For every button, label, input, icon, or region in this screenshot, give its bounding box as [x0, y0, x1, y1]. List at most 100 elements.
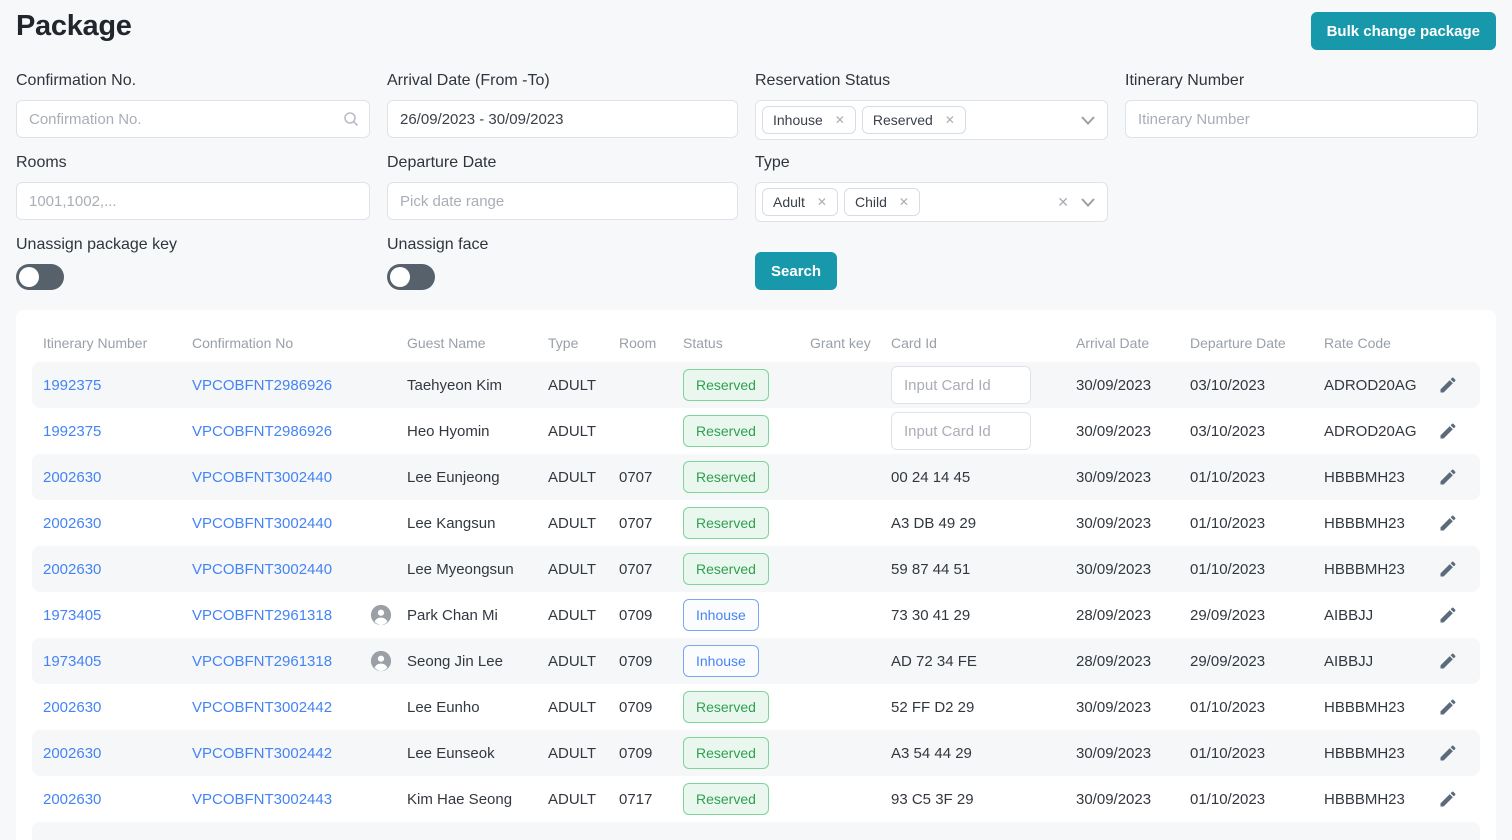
- departure-date: 03/10/2023: [1190, 376, 1266, 394]
- rooms-input[interactable]: [29, 192, 357, 210]
- itinerary-link[interactable]: 2002630: [43, 561, 101, 578]
- card-id-input[interactable]: [891, 366, 1031, 404]
- itinerary-link[interactable]: 2002630: [43, 699, 101, 716]
- rate-code: AIBBJJ: [1324, 606, 1374, 624]
- itinerary-link[interactable]: 2002630: [43, 469, 101, 486]
- guest-type: ADULT: [548, 606, 597, 624]
- arrival-date: 30/09/2023: [1076, 514, 1152, 532]
- rate-code: AIBBJJ: [1324, 652, 1374, 670]
- confirmation-link[interactable]: VPCOBFNT2986926: [192, 423, 332, 440]
- guest-type: ADULT: [548, 652, 597, 670]
- edit-icon[interactable]: [1438, 743, 1458, 763]
- edit-icon[interactable]: [1438, 467, 1458, 487]
- edit-icon[interactable]: [1438, 421, 1458, 441]
- edit-icon[interactable]: [1438, 513, 1458, 533]
- remove-tag-icon[interactable]: ✕: [835, 113, 845, 127]
- chevron-down-icon[interactable]: [1081, 197, 1095, 207]
- clear-select-icon[interactable]: ✕: [1057, 195, 1069, 209]
- departure-date-input[interactable]: [400, 192, 725, 210]
- column-header-grant-key: Grant key: [810, 335, 871, 351]
- unassign-package-key-toggle[interactable]: [16, 264, 64, 290]
- guest-type: ADULT: [548, 422, 597, 440]
- table-row: 1992375 VPCOBFNT2986926 Heo Hyomin ADULT…: [32, 408, 1480, 454]
- confirmation-link[interactable]: VPCOBFNT2961318: [192, 653, 332, 670]
- itinerary-link[interactable]: 1973405: [43, 607, 101, 624]
- itinerary-link[interactable]: 1973405: [43, 653, 101, 670]
- itinerary-link[interactable]: 2002630: [43, 515, 101, 532]
- status-badge: Inhouse: [683, 599, 759, 631]
- table-row: 1973405 VPCOBFNT2961318 Seong Jin Lee AD…: [32, 638, 1480, 684]
- remove-tag-icon[interactable]: ✕: [817, 195, 827, 209]
- column-header-rate-code: Rate Code: [1324, 335, 1391, 351]
- edit-icon[interactable]: [1438, 651, 1458, 671]
- arrival-date: 28/09/2023: [1076, 652, 1152, 670]
- table-row: 2002630 VPCOBFNT3002440 Lee Myeongsun AD…: [32, 546, 1480, 592]
- confirmation-no-input[interactable]: [29, 110, 357, 128]
- remove-tag-icon[interactable]: ✕: [945, 113, 955, 127]
- itinerary-link[interactable]: 1992375: [43, 423, 101, 440]
- confirmation-link[interactable]: VPCOBFNT3002440: [192, 469, 332, 486]
- column-header-departure: Departure Date: [1190, 335, 1286, 351]
- arrival-date: 30/09/2023: [1076, 422, 1152, 440]
- unassign-face-toggle[interactable]: [387, 264, 435, 290]
- column-header-confirmation: Confirmation No: [192, 335, 294, 351]
- arrival-date: 30/09/2023: [1076, 468, 1152, 486]
- guest-name: Kim Hae Seong: [407, 790, 513, 808]
- confirmation-link[interactable]: VPCOBFNT3002443: [192, 791, 332, 808]
- confirmation-no-label: Confirmation No.: [16, 72, 137, 89]
- type-select[interactable]: Adult ✕ Child ✕ ✕: [755, 182, 1108, 222]
- guest-type: ADULT: [548, 514, 597, 532]
- itinerary-link[interactable]: 1992375: [43, 377, 101, 394]
- table-row-partial: [32, 822, 1480, 840]
- edit-icon[interactable]: [1438, 697, 1458, 717]
- confirmation-link[interactable]: VPCOBFNT3002440: [192, 561, 332, 578]
- status-badge: Inhouse: [683, 645, 759, 677]
- edit-icon[interactable]: [1438, 559, 1458, 579]
- page-title: Package: [16, 10, 132, 42]
- room-number: 0709: [619, 652, 653, 670]
- itinerary-number-label: Itinerary Number: [1125, 72, 1245, 89]
- card-id-value: 52 FF D2 29: [891, 698, 975, 716]
- reservation-status-select[interactable]: Inhouse ✕ Reserved ✕: [755, 100, 1108, 140]
- guest-name: Heo Hyomin: [407, 422, 490, 440]
- itinerary-link[interactable]: 2002630: [43, 745, 101, 762]
- status-badge: Reserved: [683, 507, 769, 539]
- status-badge: Reserved: [683, 691, 769, 723]
- table-row: 1973405 VPCOBFNT2961318 Park Chan Mi ADU…: [32, 592, 1480, 638]
- room-number: 0709: [619, 698, 653, 716]
- rate-code: HBBBMH23: [1324, 698, 1405, 716]
- chevron-down-icon[interactable]: [1081, 115, 1095, 125]
- confirmation-link[interactable]: VPCOBFNT3002440: [192, 515, 332, 532]
- confirmation-link[interactable]: VPCOBFNT2961318: [192, 607, 332, 624]
- guest-type: ADULT: [548, 468, 597, 486]
- bulk-change-package-button[interactable]: Bulk change package: [1310, 12, 1496, 50]
- rooms-label: Rooms: [16, 154, 67, 171]
- guest-type: ADULT: [548, 790, 597, 808]
- status-tag-reserved: Reserved ✕: [861, 106, 966, 134]
- arrival-date-input[interactable]: [400, 110, 725, 128]
- column-header-card-id: Card Id: [891, 335, 937, 351]
- confirmation-link[interactable]: VPCOBFNT3002442: [192, 745, 332, 762]
- column-header-itinerary: Itinerary Number: [43, 335, 148, 351]
- itinerary-number-input[interactable]: [1138, 110, 1465, 128]
- arrival-date: 30/09/2023: [1076, 560, 1152, 578]
- confirmation-link[interactable]: VPCOBFNT3002442: [192, 699, 332, 716]
- edit-icon[interactable]: [1438, 605, 1458, 625]
- card-id-input[interactable]: [891, 412, 1031, 450]
- card-id-value: AD 72 34 FE: [891, 652, 977, 670]
- edit-icon[interactable]: [1438, 375, 1458, 395]
- edit-icon[interactable]: [1438, 789, 1458, 809]
- card-id-value: 00 24 14 45: [891, 468, 971, 486]
- guest-type: ADULT: [548, 560, 597, 578]
- remove-tag-icon[interactable]: ✕: [899, 195, 909, 209]
- itinerary-link[interactable]: 2002630: [43, 791, 101, 808]
- type-tag-child-label: Child: [854, 194, 887, 210]
- search-button[interactable]: Search: [755, 252, 838, 290]
- confirmation-link[interactable]: VPCOBFNT2986926: [192, 377, 332, 394]
- status-badge: Reserved: [683, 553, 769, 585]
- departure-date: 01/10/2023: [1190, 514, 1266, 532]
- filter-reservation-status: Reservation Status Inhouse ✕ Reserved ✕: [755, 72, 1108, 140]
- rate-code: HBBBMH23: [1324, 514, 1405, 532]
- status-badge: Reserved: [683, 461, 769, 493]
- filter-type: Type Adult ✕ Child ✕ ✕: [755, 154, 1108, 222]
